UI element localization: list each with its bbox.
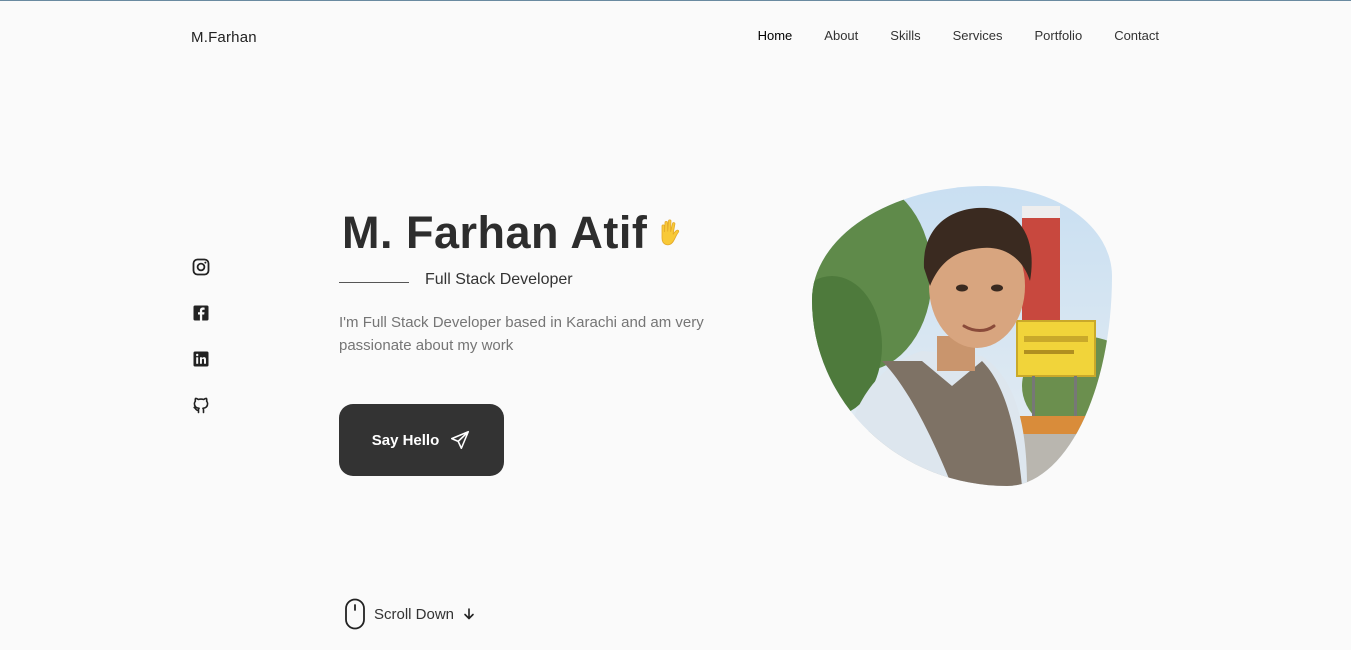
nav-about[interactable]: About	[824, 28, 858, 43]
scroll-down-label: Scroll Down	[374, 605, 455, 623]
social-links	[191, 257, 211, 415]
facebook-icon[interactable]	[191, 303, 211, 323]
hero-description: I'm Full Stack Developer based in Karach…	[339, 314, 704, 354]
logo[interactable]: M.Farhan	[191, 29, 257, 46]
waving-hand-icon	[661, 219, 680, 246]
nav-contact[interactable]: Contact	[1114, 28, 1159, 43]
hero-title: M. Farhan Atif	[342, 207, 687, 259]
nav-services[interactable]: Services	[953, 28, 1003, 43]
scroll-down-link[interactable]: Scroll Down	[344, 598, 476, 630]
github-icon[interactable]	[191, 395, 211, 415]
arrow-down-icon	[464, 608, 474, 620]
linkedin-icon[interactable]	[191, 349, 211, 369]
hero-subtitle: Full Stack Developer	[339, 271, 573, 289]
profile-photo	[812, 186, 1112, 486]
say-hello-button[interactable]: Say Hello	[339, 404, 504, 476]
site-header: M.Farhan Home About Skills Services Port…	[0, 1, 1351, 75]
send-icon	[451, 430, 470, 450]
main-nav: Home About Skills Services Portfolio Con…	[758, 28, 1159, 43]
mouse-icon	[345, 598, 365, 630]
instagram-icon[interactable]	[191, 257, 211, 277]
hero-name: M. Farhan Atif	[342, 207, 648, 258]
nav-home[interactable]: Home	[758, 28, 793, 43]
say-hello-label: Say Hello	[371, 431, 440, 449]
subtitle-divider	[339, 281, 409, 283]
nav-skills[interactable]: Skills	[890, 28, 920, 43]
nav-portfolio[interactable]: Portfolio	[1034, 28, 1082, 43]
hero-role: Full Stack Developer	[425, 271, 573, 288]
